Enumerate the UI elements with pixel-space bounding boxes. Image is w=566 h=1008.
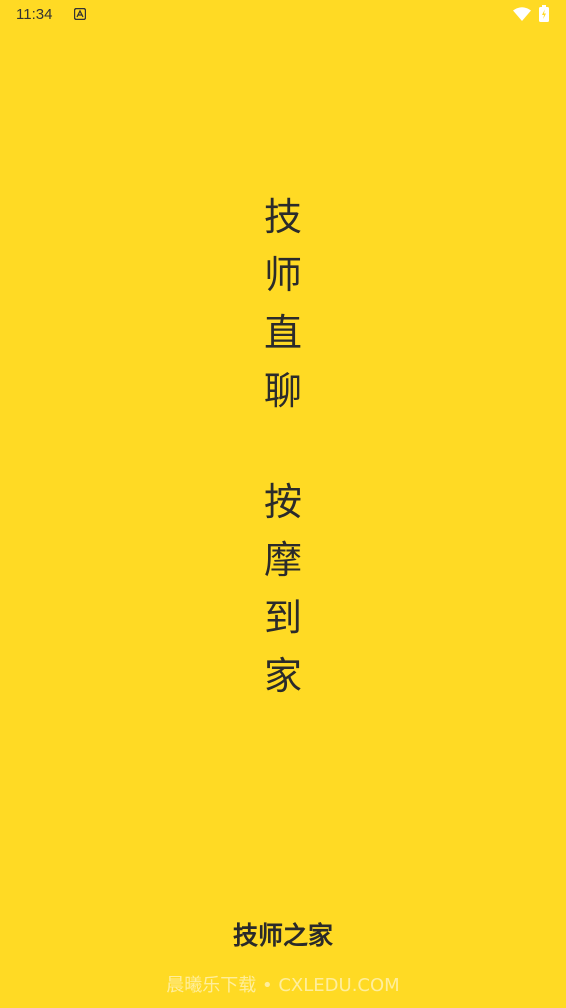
status-time: 11:34 — [16, 6, 53, 23]
wifi-icon — [513, 7, 531, 21]
status-bar: 11:34 — [0, 0, 566, 30]
slogan-char: 按 — [263, 480, 302, 524]
slogan-line-1: 技 师 直 聊 — [0, 188, 566, 420]
battery-charging-icon — [539, 5, 549, 22]
notification-a-icon — [74, 8, 86, 20]
slogan-char: 技 — [263, 195, 302, 239]
slogan-char: 师 — [263, 253, 302, 297]
slogan-char: 到 — [263, 596, 302, 640]
slogan-line-2: 按 摩 到 家 — [0, 473, 566, 705]
slogan-char: 家 — [263, 654, 302, 698]
slogan-char: 直 — [263, 311, 302, 355]
slogan-char: 聊 — [263, 369, 302, 413]
slogan-char: 摩 — [263, 538, 302, 582]
app-name: 技师之家 — [232, 921, 333, 950]
watermark-text: 晨曦乐下载 • CXLEDU.COM — [166, 975, 400, 996]
